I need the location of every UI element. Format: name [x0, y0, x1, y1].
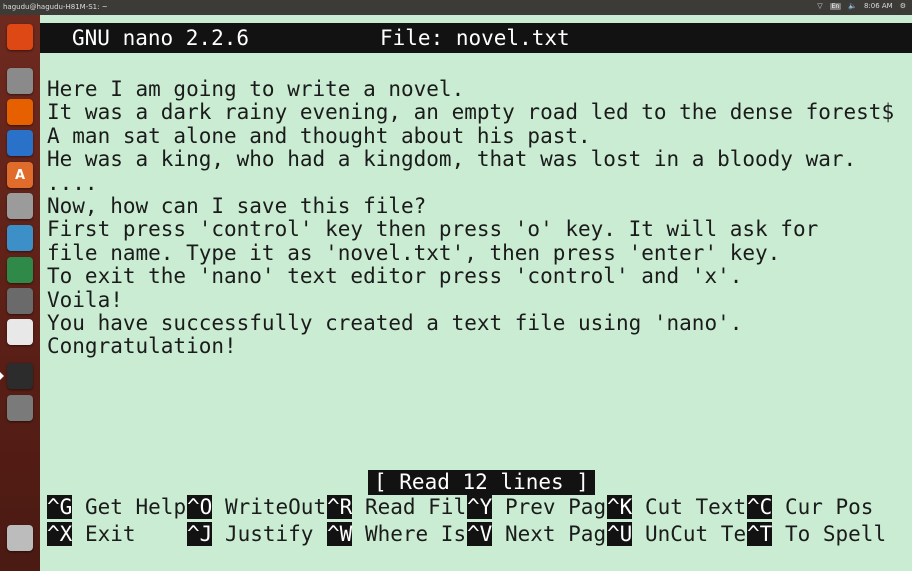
status-message: [ Read 12 lines ]	[368, 470, 595, 495]
calc-icon[interactable]	[7, 225, 33, 251]
shortcut-key: ^V	[467, 522, 493, 546]
shortcut-key: ^K	[607, 495, 633, 519]
shortcut-read-fil: ^R Read Fil	[327, 495, 466, 520]
text-line: It was a dark rainy evening, an empty ro…	[47, 100, 895, 125]
clock[interactable]: 8:06 AM	[864, 2, 893, 10]
shortcut-next-pag: ^V Next Pag	[467, 522, 606, 547]
shortcut-label: Read Fil	[364, 495, 467, 519]
shortcut-get-help: ^G Get Help	[47, 495, 186, 520]
shortcut-label: Cur Pos	[784, 495, 874, 519]
shortcut-cur-pos: ^C Cur Pos	[747, 495, 873, 520]
window-title: hagudu@hagudu-H81M-S1: ~	[3, 3, 108, 11]
impress-icon[interactable]	[7, 257, 33, 283]
power-gear-icon[interactable]: ⚙	[900, 2, 906, 10]
text-line: ....	[47, 170, 98, 195]
chess-icon[interactable]	[7, 288, 33, 314]
network-icon[interactable]: ▽	[817, 2, 822, 10]
shortcut-key: ^G	[47, 495, 73, 519]
text-line: Here I am going to write a novel.	[47, 77, 465, 101]
shortcut-label: Prev Pag	[504, 495, 607, 519]
system-top-bar: hagudu@hagudu-H81M-S1: ~ ▽ En 🔈 8:06 AM …	[0, 0, 912, 15]
shortcut-exit: ^X Exit	[47, 522, 136, 547]
shortcut-key: ^X	[47, 522, 73, 546]
shortcut-label: UnCut Te	[644, 522, 747, 546]
text-line: Voila!	[47, 287, 123, 312]
shortcut-label: WriteOut	[224, 495, 327, 519]
terminal-icon[interactable]	[0, 363, 33, 389]
launcher-sidebar: A	[0, 15, 40, 571]
shortcut-writeout: ^O WriteOut	[187, 495, 326, 520]
terminal-window[interactable]: GNU nano 2.2.6 File: novel.txt Here I am…	[40, 15, 912, 571]
volume-icon[interactable]: 🔈	[848, 2, 857, 10]
nano-filename: File: novel.txt	[380, 26, 570, 50]
shortcut-where-is: ^W Where Is	[327, 522, 466, 547]
shortcut-key: ^R	[327, 495, 353, 519]
shortcut-key: ^U	[607, 522, 633, 546]
shortcut-uncut-te: ^U UnCut Te	[607, 522, 746, 547]
shortcut-key: ^Y	[467, 495, 493, 519]
software-center-icon[interactable]: A	[7, 162, 33, 188]
text-line: file name. Type it as 'novel.txt', then …	[47, 240, 781, 265]
shortcut-prev-pag: ^Y Prev Pag	[467, 495, 606, 520]
nano-title-bar: GNU nano 2.2.6 File: novel.txt	[40, 23, 912, 53]
shortcut-label: Get Help	[84, 495, 187, 519]
shortcut-label: Exit	[84, 522, 136, 546]
video-icon[interactable]	[7, 395, 33, 421]
files-icon[interactable]	[7, 68, 33, 94]
shortcut-to-spell: ^T To Spell	[747, 522, 886, 547]
draw-icon[interactable]	[7, 319, 33, 345]
text-line: You have successfully created a text fil…	[47, 311, 743, 335]
firefox-icon[interactable]	[7, 99, 33, 125]
writer-icon[interactable]	[7, 130, 33, 156]
shortcut-label: Where Is	[364, 522, 467, 546]
shortcut-key: ^J	[187, 522, 213, 546]
text-line: To exit the 'nano' text editor press 'co…	[47, 264, 743, 289]
shortcut-key: ^T	[747, 522, 773, 546]
text-line: Congratulation!	[47, 334, 237, 359]
shortcut-label: Justify	[224, 522, 314, 546]
text-line: Now, how can I save this file?	[47, 194, 427, 218]
nano-version: GNU nano 2.2.6	[72, 26, 250, 50]
ubuntu-logo-icon[interactable]	[7, 24, 33, 50]
shortcut-label: Cut Text	[644, 495, 747, 519]
keyboard-language-indicator[interactable]: En	[829, 2, 842, 10]
trash-icon[interactable]	[7, 525, 33, 551]
text-line: He was a king, who had a kingdom, that w…	[47, 147, 857, 172]
settings-icon[interactable]	[7, 193, 33, 219]
shortcut-justify: ^J Justify	[187, 522, 313, 547]
shortcut-key: ^W	[327, 522, 353, 546]
text-line: First press 'control' key then press 'o'…	[47, 217, 819, 242]
shortcut-key: ^O	[187, 495, 213, 519]
text-line: A man sat alone and thought about his pa…	[47, 123, 591, 148]
system-tray: ▽ En 🔈 8:06 AM ⚙	[817, 2, 906, 10]
shortcut-label: To Spell	[784, 522, 887, 546]
shortcut-label: Next Pag	[504, 522, 607, 546]
shortcut-key: ^C	[747, 495, 773, 519]
shortcut-cut-text: ^K Cut Text	[607, 495, 746, 520]
